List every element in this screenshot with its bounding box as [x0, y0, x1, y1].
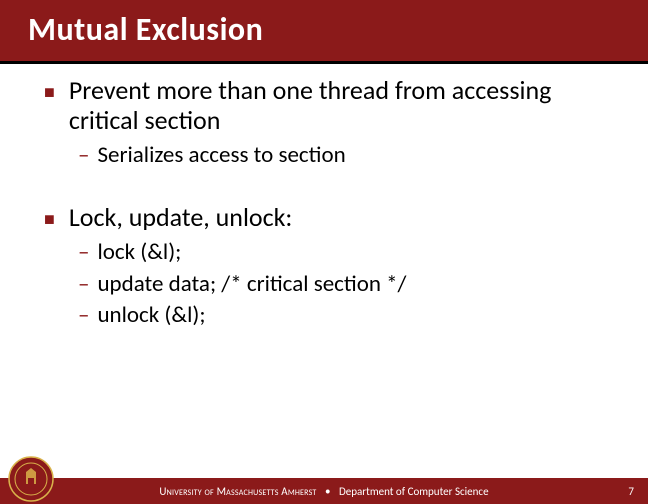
sub-bullet-item: – update data; /* critical section */	[78, 271, 614, 299]
footer-department: Department of Computer Science	[339, 485, 489, 498]
dash-bullet-icon: –	[78, 302, 89, 330]
slide-content: ■ Prevent more than one thread from acce…	[0, 64, 648, 330]
sub-bullet-text: unlock (&l);	[97, 302, 205, 330]
title-bar: Mutual Exclusion	[0, 0, 648, 64]
dash-bullet-icon: –	[78, 271, 89, 299]
page-number: 7	[628, 485, 634, 498]
sub-bullet-text: update data; /* critical section */	[97, 271, 406, 299]
bullet-text: Prevent more than one thread from access…	[69, 76, 614, 136]
footer-bar: University of Massachusetts Amherst • De…	[0, 478, 648, 504]
square-bullet-icon: ■	[44, 209, 55, 233]
sub-bullet-item: – lock (&l);	[78, 239, 614, 267]
bullet-item: ■ Lock, update, unlock:	[44, 203, 614, 233]
sub-bullet-text: Serializes access to section	[97, 142, 345, 170]
university-seal-icon	[8, 456, 54, 502]
slide-title: Mutual Exclusion	[28, 10, 648, 49]
bullet-separator-icon: •	[325, 485, 330, 498]
sub-bullet-item: – unlock (&l);	[78, 302, 614, 330]
footer-text: University of Massachusetts Amherst • De…	[159, 485, 488, 498]
bullet-item: ■ Prevent more than one thread from acce…	[44, 76, 614, 136]
dash-bullet-icon: –	[78, 239, 89, 267]
bullet-text: Lock, update, unlock:	[69, 203, 293, 233]
sub-bullet-item: – Serializes access to section	[78, 142, 614, 170]
sub-bullet-text: lock (&l);	[97, 239, 181, 267]
footer-university: University of Massachusetts Amherst	[159, 485, 316, 498]
square-bullet-icon: ■	[44, 82, 55, 136]
dash-bullet-icon: –	[78, 142, 89, 170]
